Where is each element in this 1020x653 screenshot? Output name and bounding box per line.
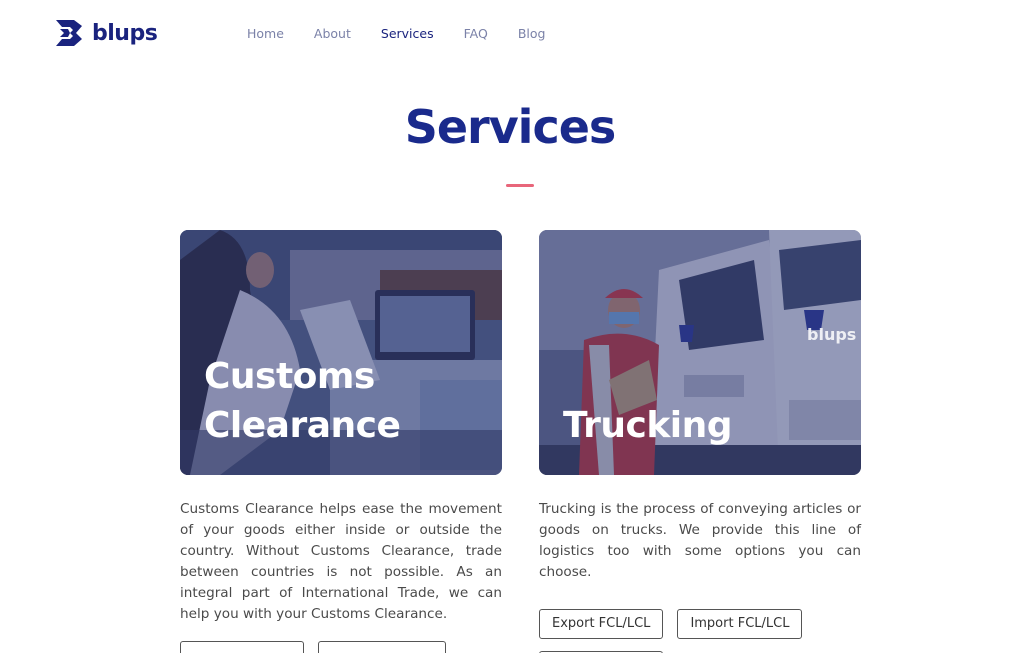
nav-about[interactable]: About — [314, 26, 351, 41]
customs-option-button-1[interactable] — [180, 641, 304, 653]
nav-home[interactable]: Home — [247, 26, 284, 41]
service-card-customs-clearance: Customs Clearance Customs Clearance help… — [180, 230, 502, 653]
logo[interactable]: blups — [56, 20, 158, 46]
nav-services[interactable]: Services — [381, 26, 434, 41]
brand-name: blups — [92, 20, 158, 46]
title-underline — [506, 184, 534, 187]
blups-logo-icon — [56, 20, 82, 46]
customs-clearance-buttons — [180, 641, 502, 653]
customs-clearance-description: Customs Clearance helps ease the movemen… — [180, 501, 502, 622]
trucking-buttons: Export FCL/LCL Import FCL/LCL — [539, 609, 861, 653]
service-card-trucking: blups Trucking Trucking is the process o… — [539, 230, 861, 653]
nav-faq[interactable]: FAQ — [464, 26, 488, 41]
page-title: Services — [404, 100, 617, 154]
import-fcl-lcl-button[interactable]: Import FCL/LCL — [677, 609, 803, 639]
export-fcl-lcl-button[interactable]: Export FCL/LCL — [539, 609, 664, 639]
trucking-description: Trucking is the process of conveying art… — [539, 501, 861, 580]
trucking-title: Trucking — [563, 405, 733, 446]
customs-clearance-title-line1: Customs — [204, 356, 375, 397]
main-nav: Home About Services FAQ Blog — [247, 26, 575, 41]
trucking-image[interactable]: blups Trucking — [539, 230, 861, 475]
nav-blog[interactable]: Blog — [518, 26, 546, 41]
site-header: blups Home About Services FAQ Blog — [0, 0, 1020, 68]
truck-brand-mark: blups — [807, 325, 857, 344]
customs-clearance-image[interactable]: Customs Clearance — [180, 230, 502, 475]
customs-option-button-2[interactable] — [318, 641, 446, 653]
customs-clearance-title-line2: Clearance — [204, 405, 401, 446]
